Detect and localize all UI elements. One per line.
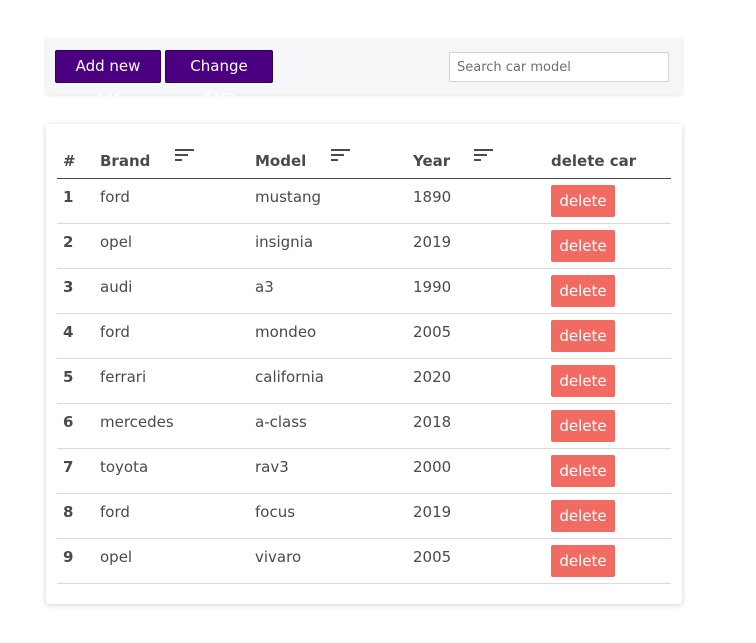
row-year: 2020 xyxy=(413,358,551,404)
row-delete-cell: delete xyxy=(551,538,671,584)
brand-header-label: Brand xyxy=(100,152,151,170)
row-delete-cell: delete xyxy=(551,223,671,269)
change-data-button[interactable]: Change data xyxy=(165,50,273,106)
delete-button[interactable]: delete xyxy=(551,275,615,307)
row-number: 3 xyxy=(57,268,100,314)
row-delete-cell: delete xyxy=(551,448,671,494)
table-row: 5 ferrari california 2020 delete xyxy=(57,358,671,404)
cars-table-card: # Brand Model Year delete car 1 ford mus… xyxy=(46,124,682,604)
row-delete-cell: delete xyxy=(551,403,671,449)
row-number: 2 xyxy=(57,223,100,269)
row-delete-cell: delete xyxy=(551,358,671,404)
column-header-year: Year xyxy=(413,142,551,179)
table-row: 3 audi a3 1990 delete xyxy=(57,268,671,314)
sort-icon[interactable] xyxy=(174,148,196,162)
cars-table: # Brand Model Year delete car 1 ford mus… xyxy=(57,142,671,584)
delete-button[interactable]: delete xyxy=(551,410,615,442)
year-header-label: Year xyxy=(413,152,451,170)
table-row: 4 ford mondeo 2005 delete xyxy=(57,313,671,359)
row-model: focus xyxy=(255,493,413,539)
row-model: mondeo xyxy=(255,313,413,359)
row-brand: mercedes xyxy=(100,403,255,449)
table-row: 2 opel insignia 2019 delete xyxy=(57,223,671,269)
row-brand: ferrari xyxy=(100,358,255,404)
delete-button[interactable]: delete xyxy=(551,185,615,217)
table-row: 9 opel vivaro 2005 delete xyxy=(57,538,671,584)
table-header-row: # Brand Model Year delete car xyxy=(57,142,671,179)
sort-icon[interactable] xyxy=(330,148,352,162)
row-brand: toyota xyxy=(100,448,255,494)
row-number: 9 xyxy=(57,538,100,584)
row-number: 7 xyxy=(57,448,100,494)
row-number: 8 xyxy=(57,493,100,539)
row-year: 2005 xyxy=(413,538,551,584)
row-number: 4 xyxy=(57,313,100,359)
row-brand: ford xyxy=(100,313,255,359)
model-header-label: Model xyxy=(255,152,307,170)
row-delete-cell: delete xyxy=(551,268,671,314)
row-number: 1 xyxy=(57,178,100,224)
column-header-number: # xyxy=(57,142,100,179)
add-new-car-button[interactable]: Add new car xyxy=(55,50,161,106)
row-brand: audi xyxy=(100,268,255,314)
table-row: 6 mercedes a-class 2018 delete xyxy=(57,403,671,449)
row-model: insignia xyxy=(255,223,413,269)
row-model: vivaro xyxy=(255,538,413,584)
row-brand: ford xyxy=(100,178,255,224)
row-year: 2018 xyxy=(413,403,551,449)
row-model: rav3 xyxy=(255,448,413,494)
row-brand: opel xyxy=(100,538,255,584)
table-row: 7 toyota rav3 2000 delete xyxy=(57,448,671,494)
toolbar: Add new car Change data xyxy=(46,39,682,106)
row-brand: opel xyxy=(100,223,255,269)
row-delete-cell: delete xyxy=(551,493,671,539)
row-year: 2005 xyxy=(413,313,551,359)
table-row: 1 ford mustang 1890 delete xyxy=(57,178,671,224)
row-number: 5 xyxy=(57,358,100,404)
row-year: 1990 xyxy=(413,268,551,314)
column-header-brand: Brand xyxy=(100,142,255,179)
row-year: 2019 xyxy=(413,493,551,539)
delete-button[interactable]: delete xyxy=(551,365,615,397)
delete-button[interactable]: delete xyxy=(551,500,615,532)
row-delete-cell: delete xyxy=(551,313,671,359)
row-delete-cell: delete xyxy=(551,178,671,224)
delete-button[interactable]: delete xyxy=(551,320,615,352)
column-header-model: Model xyxy=(255,142,413,179)
row-model: mustang xyxy=(255,178,413,224)
row-brand: ford xyxy=(100,493,255,539)
delete-button[interactable]: delete xyxy=(551,455,615,487)
delete-button[interactable]: delete xyxy=(551,230,615,262)
sort-icon[interactable] xyxy=(473,148,495,162)
search-input[interactable] xyxy=(449,52,669,82)
row-model: a-class xyxy=(255,403,413,449)
column-header-delete-car: delete car xyxy=(551,142,671,179)
delete-button[interactable]: delete xyxy=(551,545,615,577)
row-model: california xyxy=(255,358,413,404)
row-year: 2019 xyxy=(413,223,551,269)
row-year: 1890 xyxy=(413,178,551,224)
row-model: a3 xyxy=(255,268,413,314)
row-number: 6 xyxy=(57,403,100,449)
row-year: 2000 xyxy=(413,448,551,494)
table-row: 8 ford focus 2019 delete xyxy=(57,493,671,539)
